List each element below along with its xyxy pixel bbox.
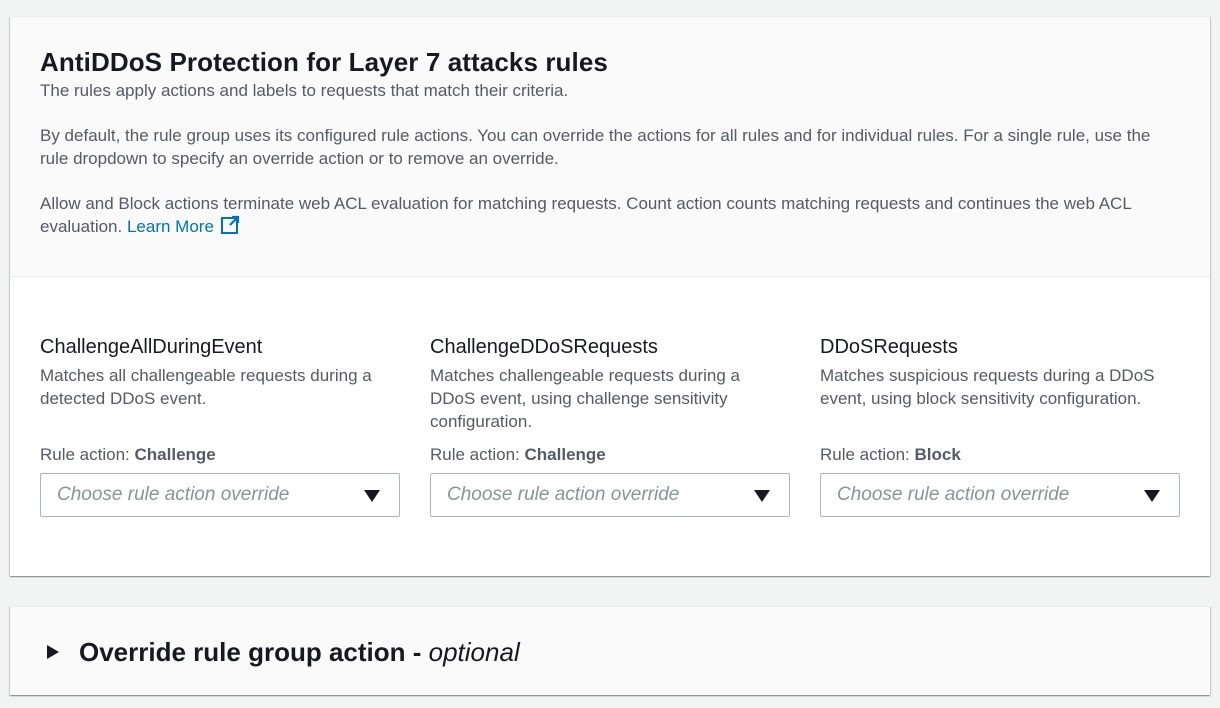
rule-action-value: Block bbox=[914, 445, 961, 464]
rule-action-label: Rule action: bbox=[820, 445, 910, 464]
override-rule-group-action-expander[interactable]: Override rule group action - optional bbox=[10, 606, 1210, 695]
rule-name: DDoSRequests bbox=[820, 336, 958, 358]
panel-description-1: The rules apply actions and labels to re… bbox=[40, 81, 569, 100]
rule-description: Matches suspicious requests during a DDo… bbox=[820, 366, 1155, 408]
caret-down-icon bbox=[754, 490, 770, 502]
rules-list: ChallengeAllDuringEvent Matches all chal… bbox=[40, 335, 1190, 535]
caret-down-icon bbox=[1144, 490, 1160, 502]
rule-action-label: Rule action: bbox=[430, 445, 520, 464]
rule-action-override-select[interactable]: Choose rule action override bbox=[430, 473, 790, 517]
select-placeholder: Choose rule action override bbox=[447, 484, 680, 505]
rule-description: Matches challengeable requests during a … bbox=[430, 366, 740, 431]
rule-name: ChallengeAllDuringEvent bbox=[40, 336, 263, 358]
rule-action-value: Challenge bbox=[134, 445, 216, 464]
panel-description-2: By default, the rule group uses its conf… bbox=[40, 126, 1151, 168]
rule-action: Rule action: Block bbox=[820, 444, 961, 466]
expander-title-text: Override rule group action - bbox=[79, 637, 422, 667]
panel-description-3: Allow and Block actions terminate web AC… bbox=[40, 192, 1180, 238]
expander-title: Override rule group action - optional bbox=[79, 635, 520, 669]
rule-action: Rule action: Challenge bbox=[430, 444, 606, 466]
caret-right-icon bbox=[47, 645, 59, 659]
select-placeholder: Choose rule action override bbox=[57, 484, 290, 505]
rule-action-label: Rule action: bbox=[40, 445, 130, 464]
rules-panel: AntiDDoS Protection for Layer 7 attacks … bbox=[10, 16, 1210, 576]
select-placeholder: Choose rule action override bbox=[837, 484, 1070, 505]
panel-title: AntiDDoS Protection for Layer 7 attacks … bbox=[40, 47, 608, 77]
rule-action-value: Challenge bbox=[524, 445, 606, 464]
rules-panel-header: AntiDDoS Protection for Layer 7 attacks … bbox=[10, 17, 1210, 277]
caret-down-icon bbox=[364, 490, 380, 502]
expander-optional-text: optional bbox=[428, 637, 520, 667]
rule-action-override-select[interactable]: Choose rule action override bbox=[820, 473, 1180, 517]
rule-action-override-select[interactable]: Choose rule action override bbox=[40, 473, 400, 517]
external-link-icon bbox=[220, 215, 240, 234]
rule-name: ChallengeDDoSRequests bbox=[430, 336, 658, 358]
rule-action: Rule action: Challenge bbox=[40, 444, 216, 466]
learn-more-link[interactable]: Learn More bbox=[126, 215, 240, 236]
rule-description: Matches all challengeable requests durin… bbox=[40, 366, 372, 408]
learn-more-label: Learn More bbox=[126, 217, 214, 236]
